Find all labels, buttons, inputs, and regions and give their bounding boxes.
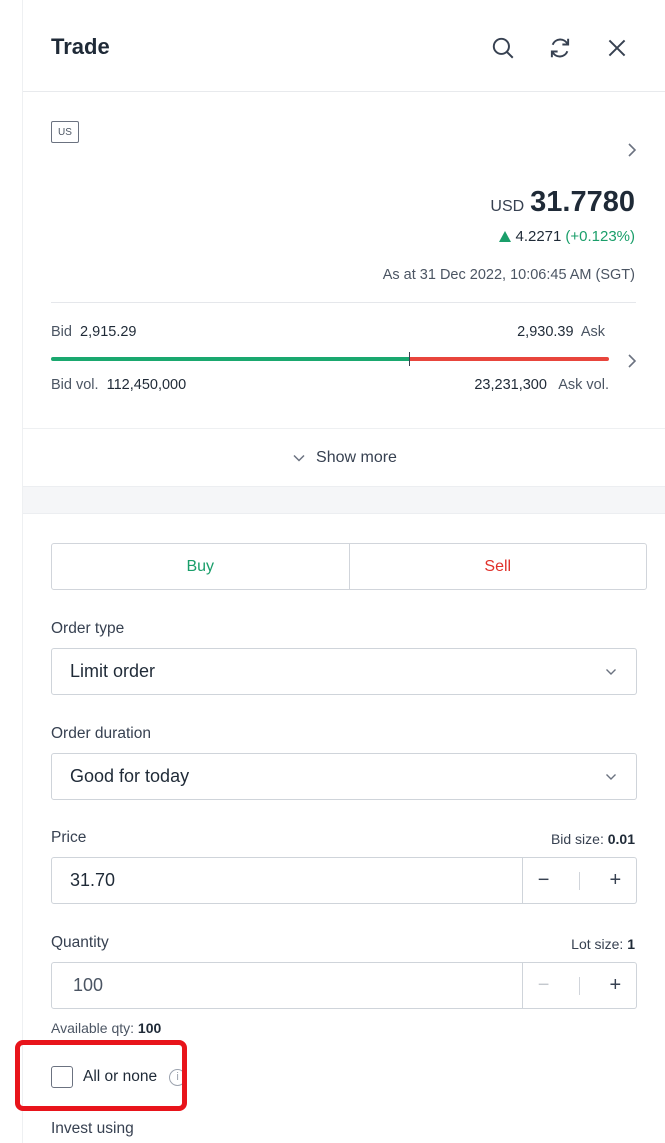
page-title: Trade: [51, 34, 110, 59]
up-arrow-icon: [499, 231, 512, 242]
bid-volume: Bid vol. 112,450,000: [51, 377, 187, 393]
chevron-down-icon: [293, 454, 305, 462]
lot-size-label: Lot size: 1: [571, 936, 635, 952]
divider: [578, 976, 580, 995]
chevron-down-icon: [606, 669, 616, 675]
show-more-label: Show more: [316, 448, 397, 466]
order-duration-label: Order duration: [51, 725, 151, 742]
order-type-select[interactable]: Limit order: [51, 648, 637, 695]
show-more-button[interactable]: Show more: [23, 428, 665, 486]
refresh-icon[interactable]: [546, 34, 574, 62]
bid-size-label: Bid size: 0.01: [550, 831, 635, 847]
price-change: 4.2271 (+0.123%): [499, 228, 635, 245]
divider: [578, 871, 580, 890]
order-duration-select[interactable]: Good for today: [51, 753, 637, 800]
quantity-decrement-button[interactable]: −: [538, 974, 550, 997]
ask-bar: [409, 357, 609, 361]
bar-marker: [409, 352, 411, 366]
price-decrement-button[interactable]: −: [538, 869, 550, 892]
chevron-down-icon: [606, 774, 616, 780]
highlight-box: [15, 1040, 187, 1111]
price-input[interactable]: 31.70: [52, 870, 522, 891]
market-tag: US: [51, 121, 79, 143]
price-controls: − +: [522, 858, 636, 903]
price-increment-button[interactable]: +: [610, 869, 622, 892]
bid-ask-bar: [51, 357, 609, 361]
search-icon[interactable]: [489, 34, 517, 62]
quantity-input[interactable]: 100: [52, 975, 522, 996]
quantity-controls: − +: [522, 963, 636, 1008]
section-separator: [23, 486, 665, 514]
currency-label: USD: [490, 198, 525, 215]
price-stepper: 31.70 − +: [51, 857, 637, 904]
ask-price: 2,930.39 Ask: [517, 324, 605, 340]
order-duration-value: Good for today: [70, 766, 190, 786]
sell-button[interactable]: Sell: [350, 544, 647, 589]
buy-sell-toggle: Buy Sell: [51, 543, 647, 590]
divider: [51, 302, 636, 303]
change-percent: (+0.123%): [565, 228, 635, 245]
quantity-label: Quantity: [51, 934, 109, 951]
buy-button[interactable]: Buy: [52, 544, 350, 589]
order-type-label: Order type: [51, 620, 125, 637]
panel-header: Trade: [23, 0, 665, 92]
change-value: 4.2271: [515, 228, 562, 245]
bid-price: Bid 2,915.29: [51, 324, 137, 340]
bid-bar: [51, 357, 410, 361]
ask-volume: 23,231,300 Ask vol.: [474, 377, 609, 393]
quantity-stepper: 100 − +: [51, 962, 637, 1009]
chevron-right-icon[interactable]: [623, 141, 641, 159]
trade-panel: Trade US USD 31.7780 4.2271 (+0.123%) As…: [22, 0, 665, 1143]
chevron-right-icon[interactable]: [623, 352, 641, 370]
order-type-value: Limit order: [70, 661, 156, 681]
quantity-increment-button[interactable]: +: [610, 974, 622, 997]
available-quantity: Available qty: 100: [51, 1020, 162, 1036]
price-display: USD 31.7780: [490, 186, 635, 219]
invest-using-label: Invest using: [51, 1120, 134, 1137]
close-icon[interactable]: [603, 34, 631, 62]
quote-timestamp: As at 31 Dec 2022, 10:06:45 AM (SGT): [382, 267, 635, 283]
price-label: Price: [51, 829, 87, 846]
last-price: 31.7780: [530, 186, 635, 218]
